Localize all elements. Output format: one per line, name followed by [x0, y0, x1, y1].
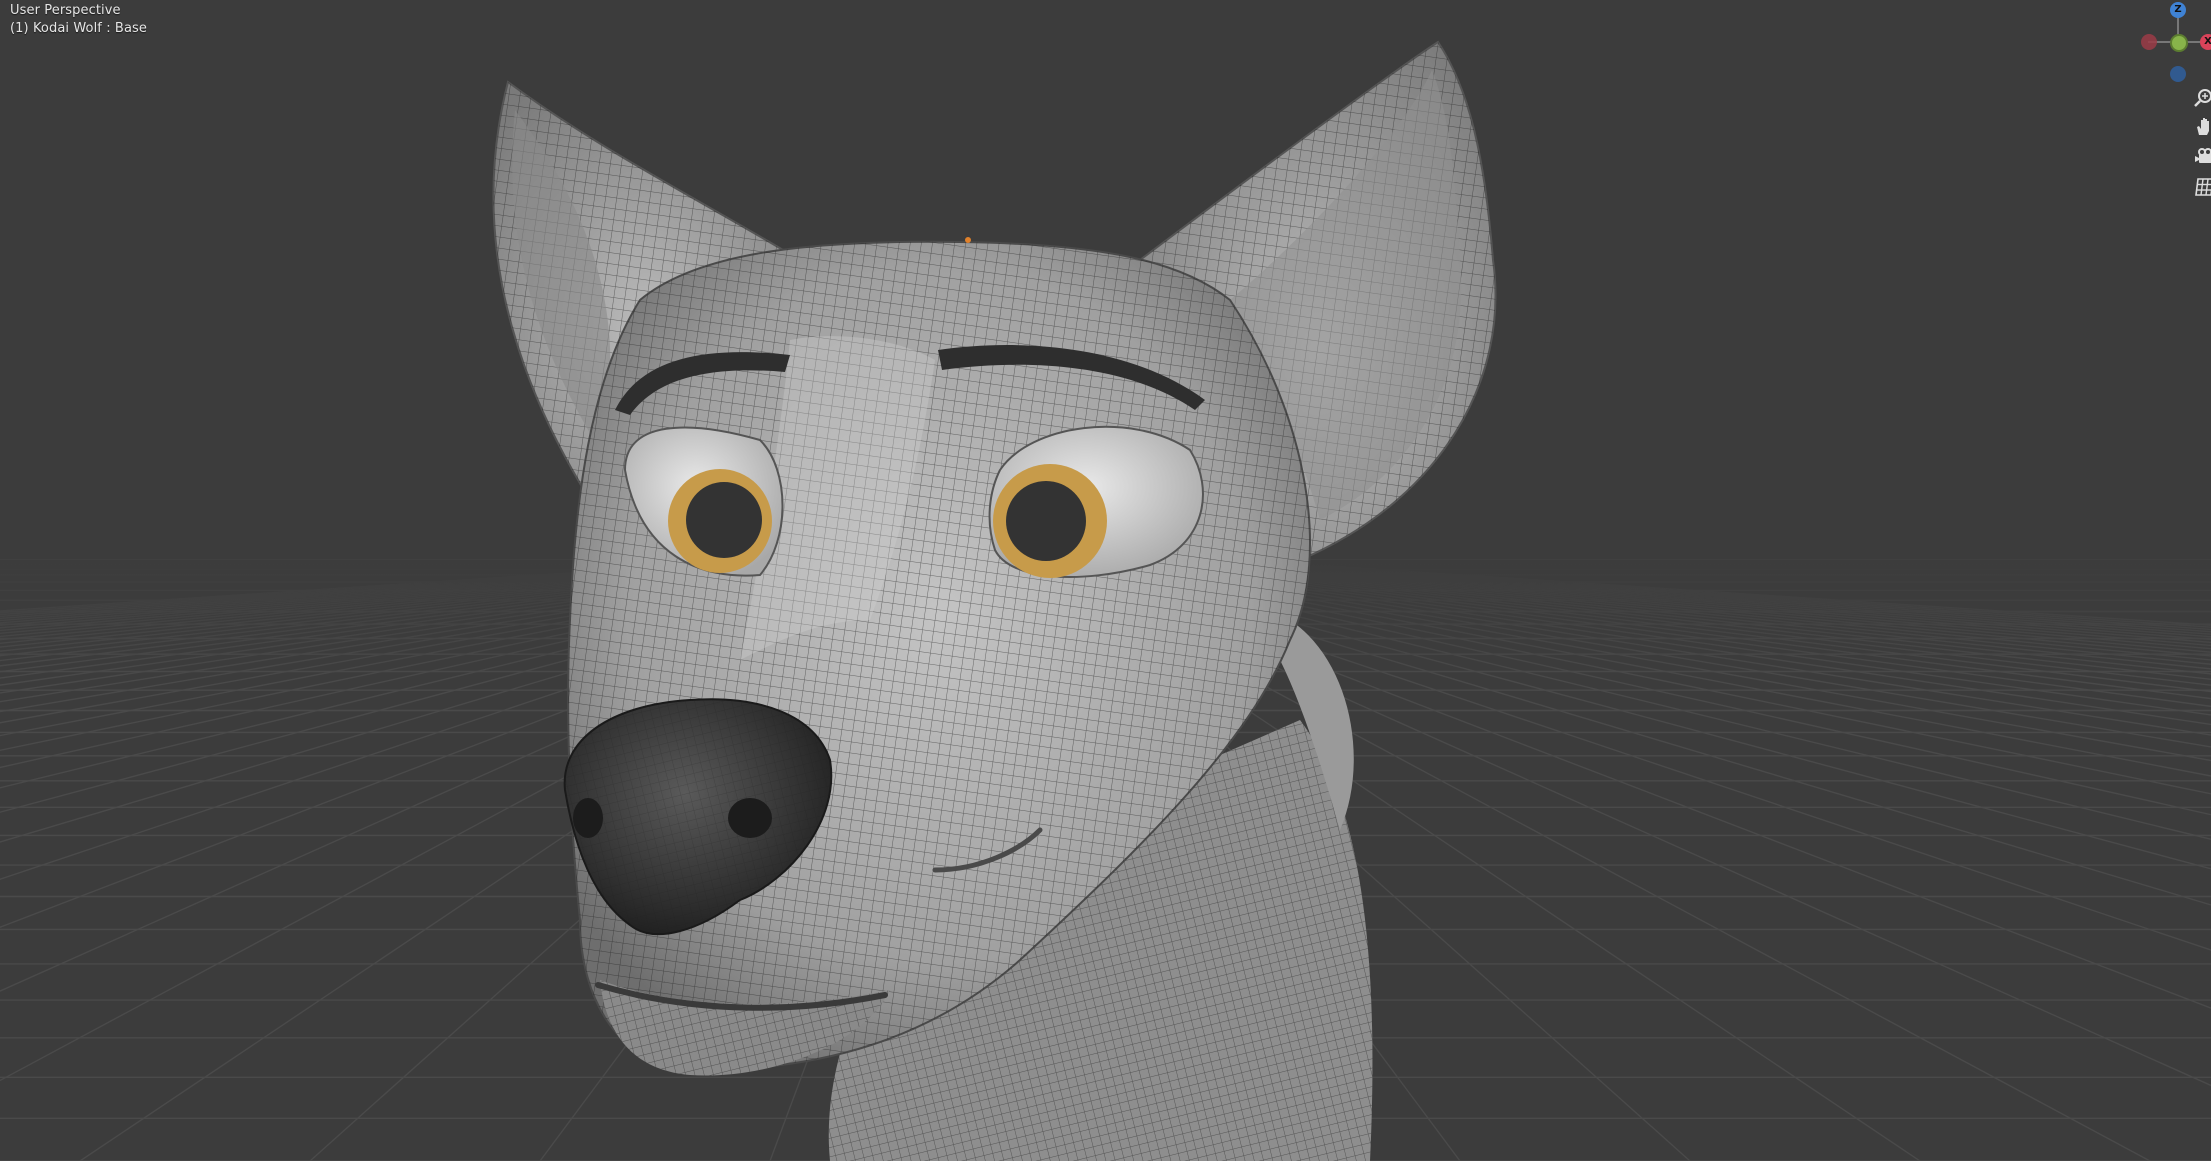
object-frame-prefix: (1): [10, 21, 29, 36]
zoom-button[interactable]: [2193, 86, 2211, 110]
hand-icon: [2197, 118, 2209, 135]
3d-viewport[interactable]: User Perspective (1) Kodai Wolf : Base Z…: [0, 0, 2211, 1161]
navigation-gizmo[interactable]: Z X: [2120, 0, 2211, 90]
gizmo-neg-x-axis[interactable]: [2141, 34, 2157, 50]
camera-view-button[interactable]: [2193, 145, 2211, 169]
gizmo-y-axis[interactable]: [2170, 34, 2188, 52]
grid-icon: [2195, 178, 2211, 196]
camera-icon: [2195, 148, 2211, 163]
object-origin[interactable]: [965, 237, 971, 243]
viewport-object-label: (1) Kodai Wolf : Base: [10, 21, 147, 36]
active-object-name: Kodai Wolf : Base: [32, 21, 147, 36]
pan-button[interactable]: [2193, 115, 2211, 139]
gizmo-z-axis[interactable]: Z: [2170, 2, 2186, 18]
viewport-view-name: User Perspective: [10, 3, 121, 18]
gizmo-x-axis[interactable]: X: [2200, 34, 2211, 50]
gizmo-neg-z-axis[interactable]: [2170, 66, 2186, 82]
zoom-icon: [2194, 89, 2211, 107]
viewport-scene[interactable]: [0, 0, 2211, 1161]
ortho-toggle-button[interactable]: [2193, 175, 2211, 199]
wolf-eye-right[interactable]: [988, 425, 1204, 578]
